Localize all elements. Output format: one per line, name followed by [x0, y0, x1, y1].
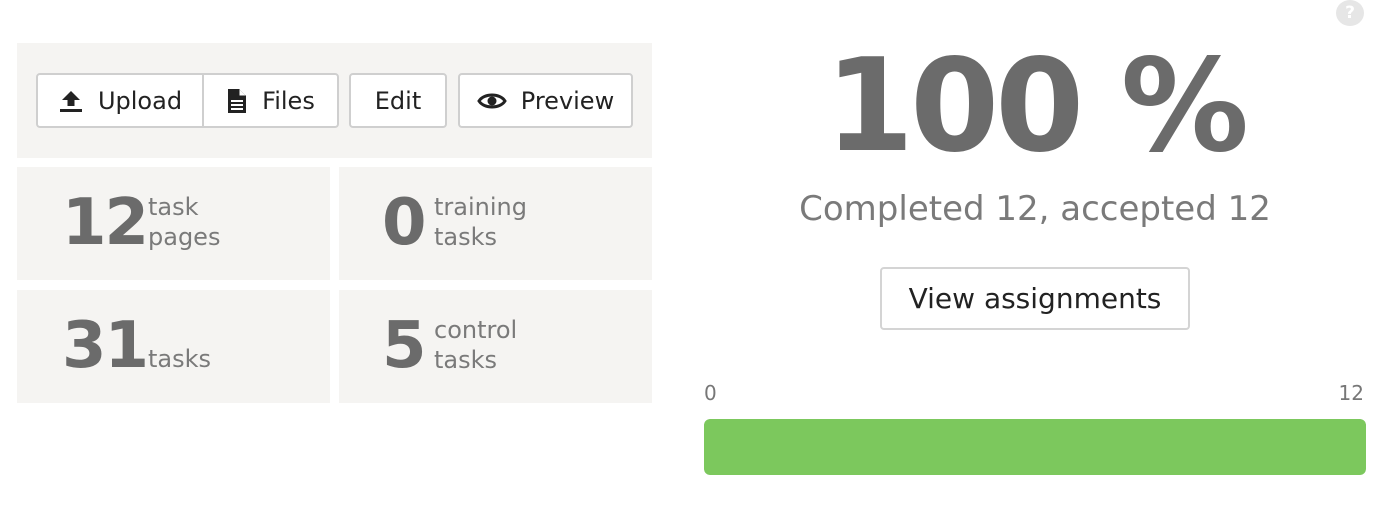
files-button[interactable]: Files [202, 73, 339, 128]
upload-button[interactable]: Upload [36, 73, 204, 128]
edit-label: Edit [374, 86, 422, 115]
stat-label: task pages [148, 192, 220, 252]
edit-button[interactable]: Edit [349, 73, 447, 128]
stat-number: 12 [62, 186, 149, 260]
stat-tile-control-tasks: 5 control tasks [339, 290, 652, 403]
view-assignments-label: View assignments [908, 282, 1162, 315]
stat-label-line1: control [434, 316, 518, 344]
stat-label-line1: task [148, 193, 199, 221]
file-icon [226, 87, 248, 115]
completion-summary: Completed 12, accepted 12 [799, 189, 1271, 229]
stat-label-line2: tasks [434, 223, 498, 251]
preview-button[interactable]: Preview [458, 73, 633, 128]
progress-axis-max: 12 [1338, 381, 1364, 405]
stat-label-line2: pages [148, 223, 221, 251]
stat-label: training tasks [434, 192, 527, 252]
stat-tile-task-pages: 12 task pages [17, 167, 330, 280]
preview-label: Preview [520, 86, 615, 115]
progress-axis-min: 0 [704, 381, 717, 405]
upload-label: Upload [97, 86, 183, 115]
stat-tile-tasks: 31 tasks [17, 290, 330, 403]
stat-tile-training-tasks: 0 training tasks [339, 167, 652, 280]
help-icon[interactable]: ? [1336, 0, 1364, 26]
completion-percent: 100 % [825, 32, 1249, 181]
stat-label-line1: training [434, 193, 527, 221]
stat-number: 0 [382, 186, 427, 260]
progress-fill [704, 419, 1366, 475]
upload-icon [58, 88, 84, 114]
files-label: Files [262, 86, 315, 115]
stat-label-line1: tasks [148, 345, 212, 373]
stat-label-line2: tasks [434, 346, 498, 374]
stat-label: tasks [148, 344, 211, 374]
progress-bar [704, 419, 1366, 475]
eye-icon [477, 90, 507, 112]
toolbar-panel: Upload Files Edit Preview [17, 43, 652, 158]
stat-number: 5 [382, 309, 427, 383]
stat-number: 31 [62, 309, 149, 383]
view-assignments-button[interactable]: View assignments [880, 267, 1190, 330]
stat-label: control tasks [434, 315, 517, 375]
